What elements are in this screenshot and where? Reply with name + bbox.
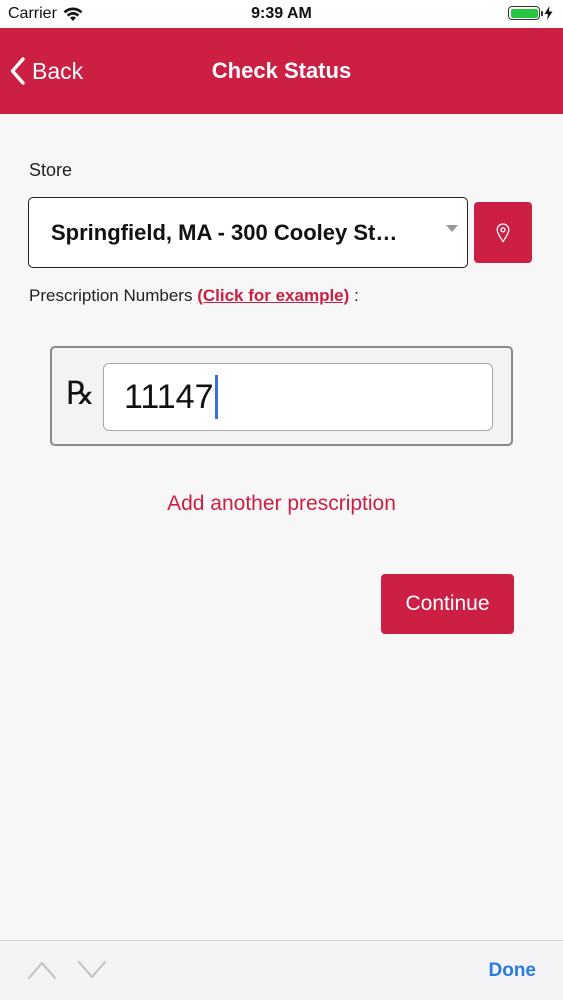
done-button[interactable]: Done [489, 960, 537, 982]
chevron-down-icon[interactable] [77, 959, 107, 981]
prescription-entry: ℞ 11147 [50, 346, 513, 446]
label-colon: : [354, 286, 359, 305]
chevron-up-icon[interactable] [27, 959, 57, 981]
keyboard-accessory-bar: Done [0, 940, 563, 1000]
rx-icon: ℞ [66, 374, 95, 412]
prescription-number-value: 11147 [124, 377, 214, 416]
back-label: Back [32, 57, 84, 84]
dropdown-caret-icon [446, 225, 458, 232]
prescription-number-input[interactable]: 11147 [103, 363, 493, 431]
map-pin-icon [496, 222, 510, 243]
chevron-left-icon [10, 57, 25, 85]
battery-icon [508, 6, 543, 20]
continue-button[interactable]: Continue [381, 574, 514, 634]
battery-group [508, 6, 553, 20]
prescription-numbers-label-row: Prescription Numbers (Click for example)… [29, 286, 359, 306]
locate-store-button[interactable] [474, 202, 532, 263]
text-cursor [214, 375, 218, 419]
status-bar: Carrier 9:39 AM [0, 0, 563, 28]
store-select-value: Springfield, MA - 300 Cooley St… [51, 219, 398, 245]
clock: 9:39 AM [251, 5, 312, 22]
battery-fill [510, 8, 538, 18]
back-button[interactable]: Back [10, 28, 83, 114]
navigation-bar: Back Check Status [0, 28, 563, 114]
store-label: Store [29, 160, 73, 180]
check-status-form: Store Springfield, MA - 300 Cooley St… P… [0, 114, 563, 940]
prescription-numbers-label: Prescription Numbers [29, 286, 193, 305]
charging-bolt-icon [544, 6, 553, 20]
click-for-example-link[interactable]: (Click for example) [197, 286, 349, 305]
page-title: Check Status [211, 58, 352, 83]
add-another-prescription-link[interactable]: Add another prescription [0, 492, 563, 516]
store-select[interactable]: Springfield, MA - 300 Cooley St… [28, 197, 468, 268]
